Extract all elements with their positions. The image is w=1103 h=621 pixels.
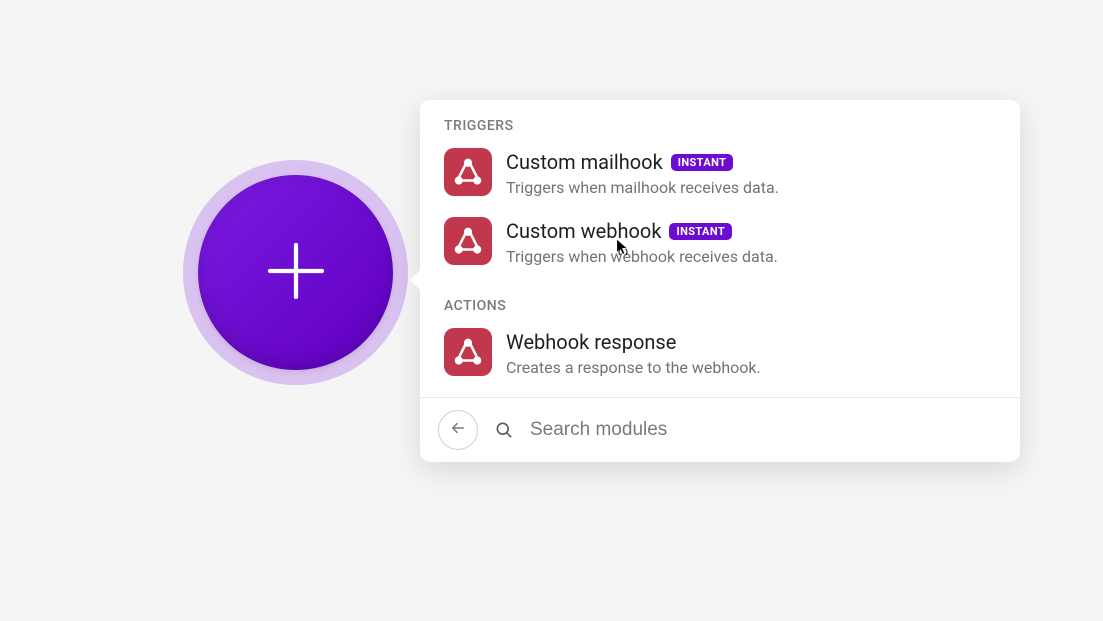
module-text: Webhook response Creates a response to t… [506, 328, 761, 377]
module-description: Triggers when webhook receives data. [506, 247, 778, 266]
section-header-triggers: TRIGGERS [420, 100, 1020, 142]
module-description: Triggers when mailhook receives data. [506, 178, 779, 197]
add-module-node-halo [183, 160, 408, 385]
plus-icon [257, 232, 335, 314]
module-item-custom-mailhook[interactable]: Custom mailhook INSTANT Triggers when ma… [420, 142, 1020, 211]
arrow-left-icon [449, 419, 467, 441]
module-title: Webhook response [506, 330, 676, 354]
module-title: Custom mailhook [506, 150, 663, 174]
module-text: Custom webhook INSTANT Triggers when web… [506, 217, 778, 266]
section-header-actions: ACTIONS [420, 280, 1020, 322]
webhook-icon [444, 217, 492, 265]
add-module-button[interactable] [198, 175, 393, 370]
search-row [420, 397, 1020, 462]
webhook-icon [444, 328, 492, 376]
module-picker-panel: TRIGGERS Custom mailhook INSTANT Trigger… [420, 100, 1020, 462]
module-item-custom-webhook[interactable]: Custom webhook INSTANT Triggers when web… [420, 211, 1020, 280]
module-title: Custom webhook [506, 219, 661, 243]
instant-badge: INSTANT [669, 223, 732, 240]
search-icon [494, 420, 514, 440]
instant-badge: INSTANT [671, 154, 734, 171]
search-input[interactable] [530, 419, 1002, 441]
back-button[interactable] [438, 410, 478, 450]
webhook-icon [444, 148, 492, 196]
module-description: Creates a response to the webhook. [506, 358, 761, 377]
module-item-webhook-response[interactable]: Webhook response Creates a response to t… [420, 322, 1020, 391]
module-text: Custom mailhook INSTANT Triggers when ma… [506, 148, 779, 197]
